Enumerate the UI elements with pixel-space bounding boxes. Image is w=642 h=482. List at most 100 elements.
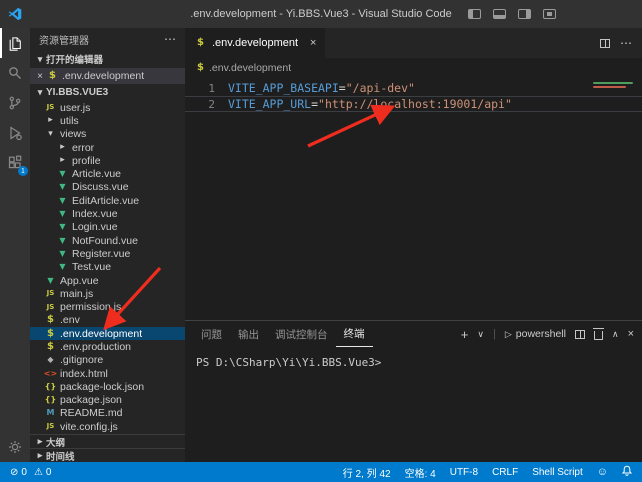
tree-item-EditArticle.vue[interactable]: ▼EditArticle.vue [30, 194, 185, 207]
close-icon[interactable]: × [310, 37, 316, 49]
line-number: 1 [185, 82, 215, 95]
customize-layout-icon[interactable] [543, 9, 556, 19]
split-terminal-icon[interactable] [575, 330, 585, 339]
tree-item-.gitignore[interactable]: ◆.gitignore [30, 354, 185, 367]
tree-item-.env.development[interactable]: $.env.development [30, 327, 185, 340]
terminal-output[interactable]: PS D:\CSharp\Yi\Yi.BBS.Vue3> [185, 347, 642, 462]
tree-item-main.js[interactable]: JSmain.js [30, 287, 185, 300]
chevron-down-icon: ▾ [34, 54, 46, 65]
tree-item-.env.production[interactable]: $.env.production [30, 340, 185, 353]
toggle-primary-sidebar-icon[interactable] [468, 9, 481, 19]
vue-file-icon: ▼ [56, 250, 69, 258]
status-item[interactable]: CRLF [492, 467, 518, 478]
env-file-icon: $ [44, 315, 57, 325]
tree-item-label: .env.development [60, 328, 142, 340]
tree-item-label: README.md [60, 407, 122, 419]
vue-file-icon: ▼ [56, 223, 69, 231]
shell-label: powershell [516, 328, 566, 340]
status-item[interactable]: 空格: 4 [405, 465, 436, 480]
feedback-smiley-icon[interactable]: ☺ [597, 466, 608, 478]
title-bar: .env.development - Yi.BBS.Vue3 - Visual … [0, 0, 642, 28]
code-editor[interactable]: 1 VITE_APP_BASEAPI="/api-dev" 2 VITE_APP… [185, 78, 642, 320]
tree-item-package.json[interactable]: {}package.json [30, 394, 185, 407]
more-actions-icon[interactable]: ⋯ [620, 37, 632, 49]
chevron-right-icon: ▸ [56, 156, 69, 165]
tree-item-Register.vue[interactable]: ▼Register.vue [30, 247, 185, 260]
project-header[interactable]: ▾ YI.BBS.VUE3 [30, 84, 185, 101]
panel-tab-终端[interactable]: 终端 [336, 321, 373, 347]
tree-item-permission.js[interactable]: JSpermission.js [30, 300, 185, 313]
terminal-dropdown-icon[interactable]: ∨ [477, 330, 484, 339]
tree-item-user.js[interactable]: JSuser.js [30, 101, 185, 114]
chevron-down-icon: ▾ [34, 87, 46, 98]
tree-item-utils[interactable]: ▸utils [30, 114, 185, 127]
panel-tab-输出[interactable]: 输出 [230, 321, 267, 347]
sidebar-bottom-sections: ▸ 大纲 ▸ 时间线 [30, 434, 185, 462]
tree-item-views[interactable]: ▾views [30, 128, 185, 141]
error-count: 0 [21, 467, 27, 478]
tree-item-Article.vue[interactable]: ▼Article.vue [30, 167, 185, 180]
tree-item-profile[interactable]: ▸profile [30, 154, 185, 167]
status-item[interactable]: UTF-8 [450, 467, 478, 478]
tree-item-package-lock.json[interactable]: {}package-lock.json [30, 380, 185, 393]
status-item[interactable]: Shell Script [532, 467, 583, 478]
split-editor-icon[interactable] [600, 39, 610, 48]
more-actions-icon[interactable]: ⋯ [164, 33, 176, 45]
open-editor-item[interactable]: × $ .env.development [30, 68, 185, 84]
env-key: VITE_APP_URL [228, 97, 311, 111]
minimap[interactable] [593, 82, 637, 90]
tree-item-vite.config.js[interactable]: JSvite.config.js [30, 420, 185, 433]
panel-tab-问题[interactable]: 问题 [193, 321, 230, 347]
timeline-section[interactable]: ▸ 时间线 [30, 448, 185, 462]
problems-status[interactable]: ⊘ 0 ⚠ 0 [10, 467, 51, 478]
minimap-line-1 [593, 82, 633, 84]
tree-item-Discuss.vue[interactable]: ▼Discuss.vue [30, 181, 185, 194]
toggle-secondary-sidebar-icon[interactable] [518, 9, 531, 19]
workbench: 1 资源管理器 ⋯ ▾ 打开的编辑器 × $ .env.development [0, 28, 642, 462]
close-panel-icon[interactable]: × [628, 329, 634, 340]
env-value: "/api-dev" [346, 81, 415, 95]
breadcrumb[interactable]: $ .env.development [185, 58, 642, 78]
tree-item-label: main.js [60, 288, 93, 300]
new-terminal-icon[interactable]: + [461, 328, 469, 341]
html-file-icon: <> [44, 370, 57, 378]
status-item[interactable]: 行 2, 列 42 [343, 465, 391, 480]
explorer-sidebar: 资源管理器 ⋯ ▾ 打开的编辑器 × $ .env.development ▾ … [30, 28, 185, 462]
extensions-icon[interactable]: 1 [0, 148, 30, 178]
outline-section[interactable]: ▸ 大纲 [30, 434, 185, 448]
sidebar-title: 资源管理器 [39, 32, 89, 47]
toggle-panel-icon[interactable] [493, 9, 506, 19]
search-icon[interactable] [0, 58, 30, 88]
tree-item-README.md[interactable]: MREADME.md [30, 407, 185, 420]
tab-env-development[interactable]: $ .env.development × [185, 28, 325, 58]
panel-tab-调试控制台[interactable]: 调试控制台 [267, 321, 336, 347]
tree-item-.env[interactable]: $.env [30, 314, 185, 327]
tree-item-App.vue[interactable]: ▼App.vue [30, 274, 185, 287]
open-editors-header[interactable]: ▾ 打开的编辑器 [30, 50, 185, 68]
kill-terminal-icon[interactable] [594, 331, 603, 340]
tree-item-label: profile [72, 155, 101, 167]
tree-item-label: .env.production [60, 341, 131, 353]
run-debug-icon[interactable] [0, 118, 30, 148]
tree-item-label: package.json [60, 394, 122, 406]
code-line-1[interactable]: 1 VITE_APP_BASEAPI="/api-dev" [185, 80, 642, 96]
tree-item-NotFound.vue[interactable]: ▼NotFound.vue [30, 234, 185, 247]
outline-label: 大纲 [46, 435, 65, 449]
tree-item-Index.vue[interactable]: ▼Index.vue [30, 207, 185, 220]
terminal-prompt: PS D:\CSharp\Yi\Yi.BBS.Vue3> [196, 356, 381, 369]
tree-item-error[interactable]: ▸error [30, 141, 185, 154]
tree-item-Login.vue[interactable]: ▼Login.vue [30, 221, 185, 234]
shell-selector[interactable]: ▷ powershell [505, 328, 566, 340]
explorer-icon[interactable] [0, 28, 30, 58]
tree-item-label: utils [60, 115, 79, 127]
json-file-icon: {} [44, 383, 57, 391]
code-line-2[interactable]: 2 VITE_APP_URL="http://localhost:19001/a… [185, 96, 642, 112]
settings-gear-icon[interactable] [0, 432, 30, 462]
tree-item-index.html[interactable]: <>index.html [30, 367, 185, 380]
source-control-icon[interactable] [0, 88, 30, 118]
tree-item-Test.vue[interactable]: ▼Test.vue [30, 261, 185, 274]
maximize-panel-icon[interactable]: ∧ [612, 330, 619, 339]
notifications-bell-icon[interactable] [622, 465, 632, 479]
close-icon[interactable]: × [34, 71, 46, 82]
vscode-window: .env.development - Yi.BBS.Vue3 - Visual … [0, 0, 642, 482]
